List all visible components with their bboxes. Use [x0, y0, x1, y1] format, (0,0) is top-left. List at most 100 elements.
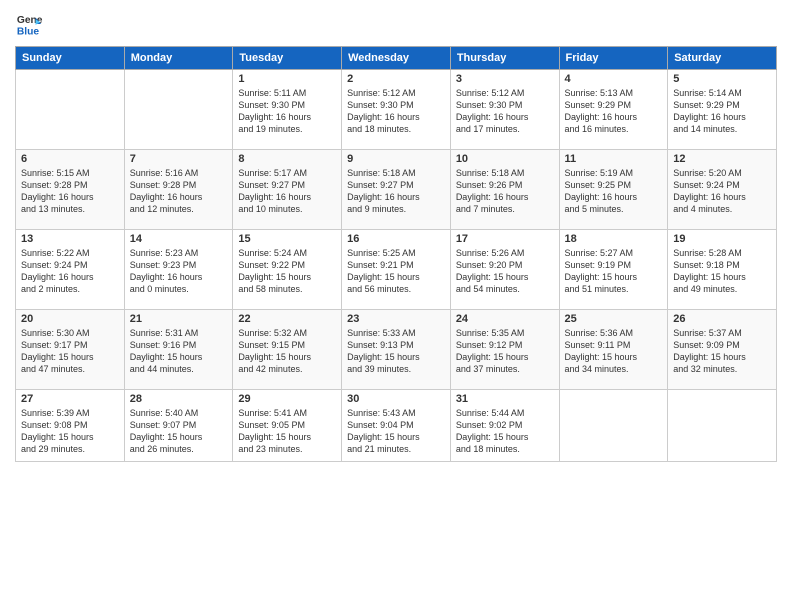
calendar-cell: [16, 70, 125, 150]
day-info: Sunrise: 5:27 AMSunset: 9:19 PMDaylight:…: [565, 247, 663, 296]
calendar-cell: 5 Sunrise: 5:14 AMSunset: 9:29 PMDaylight…: [668, 70, 777, 150]
calendar-cell: 31Sunrise: 5:44 AMSunset: 9:02 PMDayligh…: [450, 390, 559, 462]
day-info: Sunrise: 5:28 AMSunset: 9:18 PMDaylight:…: [673, 247, 771, 296]
calendar-cell: 28 Sunrise: 5:40 AMSunset: 9:07 PMDayligh…: [124, 390, 233, 462]
calendar-cell: 17 Sunrise: 5:26 AMSunset: 9:20 PMDayligh…: [450, 230, 559, 310]
day-number: 26: [673, 313, 771, 325]
calendar-week-row: 20 Sunrise: 5:30 AMSunset: 9:17 PMDayligh…: [16, 310, 777, 390]
calendar-cell: 4 Sunrise: 5:13 AMSunset: 9:29 PMDaylight…: [559, 70, 668, 150]
svg-text:General: General: [17, 15, 43, 26]
day-info: Sunrise: 5:36 AMSunset: 9:11 PMDaylight:…: [565, 327, 663, 376]
day-info: Sunrise: 5:17 AMSunset: 9:27 PMDaylight:…: [238, 167, 336, 216]
calendar-cell: [559, 390, 668, 462]
day-number: 10: [456, 153, 554, 165]
col-header-monday: Monday: [124, 47, 233, 70]
day-number: 3: [456, 73, 554, 85]
day-info: Sunrise: 5:33 AMSunset: 9:13 PMDaylight:…: [347, 327, 445, 376]
calendar-cell: 21 Sunrise: 5:31 AMSunset: 9:16 PMDayligh…: [124, 310, 233, 390]
day-number: 18: [565, 233, 663, 245]
day-info: Sunrise: 5:18 AMSunset: 9:26 PMDaylight:…: [456, 167, 554, 216]
calendar-cell: 3Sunrise: 5:12 AMSunset: 9:30 PMDaylight…: [450, 70, 559, 150]
logo-icon: General Blue: [15, 10, 43, 38]
day-info: Sunrise: 5:35 AMSunset: 9:12 PMDaylight:…: [456, 327, 554, 376]
logo: General Blue: [15, 10, 47, 38]
day-number: 7: [130, 153, 228, 165]
calendar-cell: 24 Sunrise: 5:35 AMSunset: 9:12 PMDayligh…: [450, 310, 559, 390]
day-number: 5: [673, 73, 771, 85]
col-header-tuesday: Tuesday: [233, 47, 342, 70]
calendar-cell: 8 Sunrise: 5:17 AMSunset: 9:27 PMDaylight…: [233, 150, 342, 230]
day-number: 19: [673, 233, 771, 245]
day-number: 20: [21, 313, 119, 325]
day-info: Sunrise: 5:40 AMSunset: 9:07 PMDaylight:…: [130, 407, 228, 456]
day-number: 21: [130, 313, 228, 325]
calendar-cell: 15Sunrise: 5:24 AMSunset: 9:22 PMDayligh…: [233, 230, 342, 310]
day-info: Sunrise: 5:12 AMSunset: 9:30 PMDaylight:…: [347, 87, 445, 136]
day-number: 23: [347, 313, 445, 325]
day-info: Sunrise: 5:14 AMSunset: 9:29 PMDaylight:…: [673, 87, 771, 136]
calendar-cell: [668, 390, 777, 462]
day-number: 6: [21, 153, 119, 165]
day-info: Sunrise: 5:37 AMSunset: 9:09 PMDaylight:…: [673, 327, 771, 376]
day-info: Sunrise: 5:16 AMSunset: 9:28 PMDaylight:…: [130, 167, 228, 216]
calendar-cell: 11 Sunrise: 5:19 AMSunset: 9:25 PMDayligh…: [559, 150, 668, 230]
day-info: Sunrise: 5:39 AMSunset: 9:08 PMDaylight:…: [21, 407, 119, 456]
calendar-cell: 1 Sunrise: 5:11 AMSunset: 9:30 PMDaylight…: [233, 70, 342, 150]
col-header-friday: Friday: [559, 47, 668, 70]
calendar-week-row: 6 Sunrise: 5:15 AMSunset: 9:28 PMDaylight…: [16, 150, 777, 230]
calendar-week-row: 13Sunrise: 5:22 AMSunset: 9:24 PMDayligh…: [16, 230, 777, 310]
calendar-cell: 6 Sunrise: 5:15 AMSunset: 9:28 PMDaylight…: [16, 150, 125, 230]
day-info: Sunrise: 5:43 AMSunset: 9:04 PMDaylight:…: [347, 407, 445, 456]
day-info: Sunrise: 5:19 AMSunset: 9:25 PMDaylight:…: [565, 167, 663, 216]
day-number: 1: [238, 73, 336, 85]
day-info: Sunrise: 5:31 AMSunset: 9:16 PMDaylight:…: [130, 327, 228, 376]
day-number: 30: [347, 393, 445, 405]
page-header: General Blue: [15, 10, 777, 38]
day-info: Sunrise: 5:32 AMSunset: 9:15 PMDaylight:…: [238, 327, 336, 376]
day-number: 14: [130, 233, 228, 245]
calendar-cell: 22 Sunrise: 5:32 AMSunset: 9:15 PMDayligh…: [233, 310, 342, 390]
calendar: SundayMondayTuesdayWednesdayThursdayFrid…: [15, 46, 777, 462]
day-number: 12: [673, 153, 771, 165]
day-number: 27: [21, 393, 119, 405]
day-number: 24: [456, 313, 554, 325]
calendar-cell: 12 Sunrise: 5:20 AMSunset: 9:24 PMDayligh…: [668, 150, 777, 230]
day-number: 17: [456, 233, 554, 245]
calendar-cell: 10 Sunrise: 5:18 AMSunset: 9:26 PMDayligh…: [450, 150, 559, 230]
day-info: Sunrise: 5:13 AMSunset: 9:29 PMDaylight:…: [565, 87, 663, 136]
day-info: Sunrise: 5:11 AMSunset: 9:30 PMDaylight:…: [238, 87, 336, 136]
calendar-cell: 25Sunrise: 5:36 AMSunset: 9:11 PMDayligh…: [559, 310, 668, 390]
col-header-sunday: Sunday: [16, 47, 125, 70]
day-info: Sunrise: 5:20 AMSunset: 9:24 PMDaylight:…: [673, 167, 771, 216]
calendar-week-row: 27 Sunrise: 5:39 AMSunset: 9:08 PMDayligh…: [16, 390, 777, 462]
svg-text:Blue: Blue: [17, 26, 40, 37]
day-info: Sunrise: 5:41 AMSunset: 9:05 PMDaylight:…: [238, 407, 336, 456]
col-header-thursday: Thursday: [450, 47, 559, 70]
calendar-cell: 2 Sunrise: 5:12 AMSunset: 9:30 PMDaylight…: [342, 70, 451, 150]
col-header-wednesday: Wednesday: [342, 47, 451, 70]
day-number: 2: [347, 73, 445, 85]
calendar-week-row: 1 Sunrise: 5:11 AMSunset: 9:30 PMDaylight…: [16, 70, 777, 150]
calendar-cell: 16Sunrise: 5:25 AMSunset: 9:21 PMDayligh…: [342, 230, 451, 310]
day-number: 22: [238, 313, 336, 325]
day-info: Sunrise: 5:23 AMSunset: 9:23 PMDaylight:…: [130, 247, 228, 296]
day-number: 28: [130, 393, 228, 405]
calendar-cell: 13Sunrise: 5:22 AMSunset: 9:24 PMDayligh…: [16, 230, 125, 310]
calendar-cell: 26 Sunrise: 5:37 AMSunset: 9:09 PMDayligh…: [668, 310, 777, 390]
calendar-cell: 20 Sunrise: 5:30 AMSunset: 9:17 PMDayligh…: [16, 310, 125, 390]
day-info: Sunrise: 5:26 AMSunset: 9:20 PMDaylight:…: [456, 247, 554, 296]
calendar-cell: 29 Sunrise: 5:41 AMSunset: 9:05 PMDayligh…: [233, 390, 342, 462]
day-info: Sunrise: 5:18 AMSunset: 9:27 PMDaylight:…: [347, 167, 445, 216]
day-number: 8: [238, 153, 336, 165]
day-info: Sunrise: 5:15 AMSunset: 9:28 PMDaylight:…: [21, 167, 119, 216]
calendar-cell: 19 Sunrise: 5:28 AMSunset: 9:18 PMDayligh…: [668, 230, 777, 310]
day-number: 16: [347, 233, 445, 245]
day-number: 4: [565, 73, 663, 85]
day-info: Sunrise: 5:30 AMSunset: 9:17 PMDaylight:…: [21, 327, 119, 376]
calendar-cell: 30 Sunrise: 5:43 AMSunset: 9:04 PMDayligh…: [342, 390, 451, 462]
col-header-saturday: Saturday: [668, 47, 777, 70]
day-number: 11: [565, 153, 663, 165]
day-info: Sunrise: 5:22 AMSunset: 9:24 PMDaylight:…: [21, 247, 119, 296]
day-number: 29: [238, 393, 336, 405]
day-info: Sunrise: 5:24 AMSunset: 9:22 PMDaylight:…: [238, 247, 336, 296]
